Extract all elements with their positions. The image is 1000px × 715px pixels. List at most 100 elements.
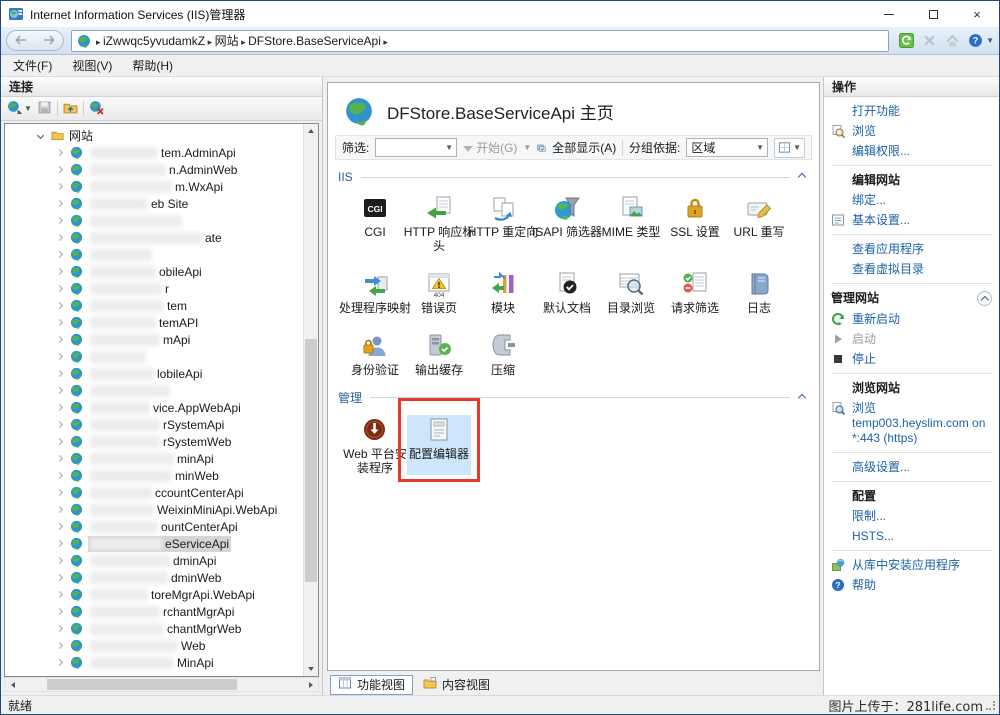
tree-item[interactable]: tem	[5, 297, 303, 314]
expander-icon[interactable]	[56, 438, 63, 445]
go-button[interactable]: 开始(G)	[463, 139, 517, 156]
feature-auth[interactable]: 身份验证	[343, 331, 407, 377]
action-停止[interactable]: 停止	[824, 349, 999, 369]
expander-icon[interactable]	[56, 523, 63, 530]
action-浏览网站[interactable]: 浏览网站	[824, 378, 999, 398]
stop-button[interactable]	[919, 31, 939, 51]
breadcrumb-segment[interactable]: iZwwqc5yvudamkZ	[103, 34, 205, 48]
go-dropdown-caret[interactable]: ▼	[523, 143, 531, 152]
minimize-button[interactable]	[867, 1, 911, 27]
tree-item[interactable]: mApi	[5, 331, 303, 348]
expander-icon[interactable]	[56, 540, 63, 547]
expander-icon[interactable]	[56, 506, 63, 513]
expander-icon[interactable]	[56, 387, 63, 394]
action-绑定-[interactable]: 绑定...	[824, 190, 999, 210]
feature-cgi[interactable]: CGICGI	[343, 193, 407, 253]
expander-open-icon[interactable]	[37, 132, 44, 139]
action-高级设置-[interactable]: 高级设置...	[824, 457, 999, 477]
expander-icon[interactable]	[56, 217, 63, 224]
expander-icon[interactable]	[56, 183, 63, 190]
tree-item[interactable]: minApi	[5, 450, 303, 467]
section-collapse-icon[interactable]	[798, 393, 806, 401]
tree-item[interactable]: r	[5, 280, 303, 297]
address-bar[interactable]: ▸ iZwwqc5yvudamkZ ▸ 网站 ▸ DFStore.BaseSer…	[71, 30, 889, 52]
back-button[interactable]	[15, 34, 27, 48]
feature-mime[interactable]: MIME 类型	[599, 193, 663, 253]
menu-item[interactable]: 帮助(H)	[132, 57, 173, 74]
expander-icon[interactable]	[56, 353, 63, 360]
feature-error-pages[interactable]: 404错误页	[407, 269, 471, 315]
expander-icon[interactable]	[56, 574, 63, 581]
feature-output-cache[interactable]: 输出缓存	[407, 331, 471, 377]
action-查看应用程序[interactable]: 查看应用程序	[824, 239, 999, 259]
feature-handlers[interactable]: 处理程序映射	[343, 269, 407, 315]
filter-combo[interactable]: ▼	[375, 138, 457, 157]
tree-horizontal-scrollbar[interactable]	[4, 677, 319, 692]
tree-item[interactable]: Web	[5, 637, 303, 654]
tree-item[interactable]: rchantMgrApi	[5, 603, 303, 620]
action-HSTS-[interactable]: HSTS...	[824, 526, 999, 546]
tree-item[interactable]: n.AdminWeb	[5, 161, 303, 178]
expander-icon[interactable]	[56, 149, 63, 156]
tree-item[interactable]: temAPI	[5, 314, 303, 331]
action-限制-[interactable]: 限制...	[824, 506, 999, 526]
menu-item[interactable]: 视图(V)	[72, 57, 112, 74]
close-button[interactable]: ×	[955, 1, 999, 27]
tree-item[interactable]: toreMgrApi.WebApi	[5, 586, 303, 603]
menu-item[interactable]: 文件(F)	[13, 57, 52, 74]
tree-item[interactable]: eServiceApi	[5, 535, 303, 552]
help-button[interactable]: ?	[965, 31, 985, 51]
group-by-combo[interactable]: 区域▼	[686, 138, 768, 157]
tree-vertical-scrollbar[interactable]	[303, 124, 318, 676]
expander-icon[interactable]	[56, 336, 63, 343]
scroll-down-arrow[interactable]	[304, 662, 318, 676]
expander-icon[interactable]	[56, 591, 63, 598]
tree-item[interactable]: dminWeb	[5, 569, 303, 586]
expander-icon[interactable]	[56, 166, 63, 173]
tree-item[interactable]: rSystemApi	[5, 416, 303, 433]
feature-http-headers[interactable]: HTTP 响应标头	[407, 193, 471, 253]
scroll-thumb[interactable]	[305, 339, 317, 582]
expander-icon[interactable]	[56, 659, 63, 666]
expander-icon[interactable]	[56, 421, 63, 428]
tree-item[interactable]: ccountCenterApi	[5, 484, 303, 501]
action-浏览-temp003-heyslim-com-o[interactable]: 浏览 temp003.heyslim.com on *:443 (https)	[824, 398, 999, 448]
tree-item[interactable]	[5, 246, 303, 263]
tree-item[interactable]: lobileApi	[5, 365, 303, 382]
folder-up-icon[interactable]	[63, 100, 78, 118]
tab-功能视图[interactable]: 功能视图	[330, 675, 413, 695]
expander-icon[interactable]	[56, 319, 63, 326]
tree-item[interactable]: MinApi	[5, 654, 303, 671]
feature-webpi[interactable]: Web 平台安装程序	[343, 415, 407, 475]
tree-item[interactable]: WeixinMiniApi.WebApi	[5, 501, 303, 518]
disconnect-icon[interactable]	[89, 100, 104, 118]
action-从库中安装应用程序[interactable]: 从库中安装应用程序	[824, 555, 999, 575]
action-基本设置-[interactable]: 基本设置...	[824, 210, 999, 230]
forward-button[interactable]	[43, 34, 55, 48]
tree-item[interactable]: dminApi	[5, 552, 303, 569]
feature-url-rewrite[interactable]: URL 重写	[727, 193, 791, 253]
scroll-thumb-horizontal[interactable]	[47, 679, 237, 690]
tree-item[interactable]: vice.AppWebApi	[5, 399, 303, 416]
tree-item[interactable]: eb Site	[5, 195, 303, 212]
scroll-right-arrow[interactable]	[303, 678, 318, 691]
feature-logging[interactable]: 日志	[727, 269, 791, 315]
feature-isapi[interactable]: ISAPI 筛选器	[535, 193, 599, 253]
expander-icon[interactable]	[56, 625, 63, 632]
expander-icon[interactable]	[56, 268, 63, 275]
feature-dir-browse[interactable]: 目录浏览	[599, 269, 663, 315]
expander-icon[interactable]	[56, 285, 63, 292]
feature-ssl[interactable]: SSL 设置	[663, 193, 727, 253]
tree-item[interactable]: m.WxApi	[5, 178, 303, 195]
save-icon[interactable]	[37, 100, 52, 118]
expander-icon[interactable]	[56, 370, 63, 377]
view-toggle-button[interactable]: ▼	[774, 138, 805, 158]
tree-item[interactable]: rSystemWeb	[5, 433, 303, 450]
tree-item[interactable]	[5, 212, 303, 229]
tree-item[interactable]: minWeb	[5, 467, 303, 484]
feature-default-doc[interactable]: 默认文档	[535, 269, 599, 315]
action-重新启动[interactable]: 重新启动	[824, 309, 999, 329]
action-帮助[interactable]: ?帮助	[824, 575, 999, 595]
action-配置[interactable]: 配置	[824, 486, 999, 506]
expander-icon[interactable]	[56, 200, 63, 207]
